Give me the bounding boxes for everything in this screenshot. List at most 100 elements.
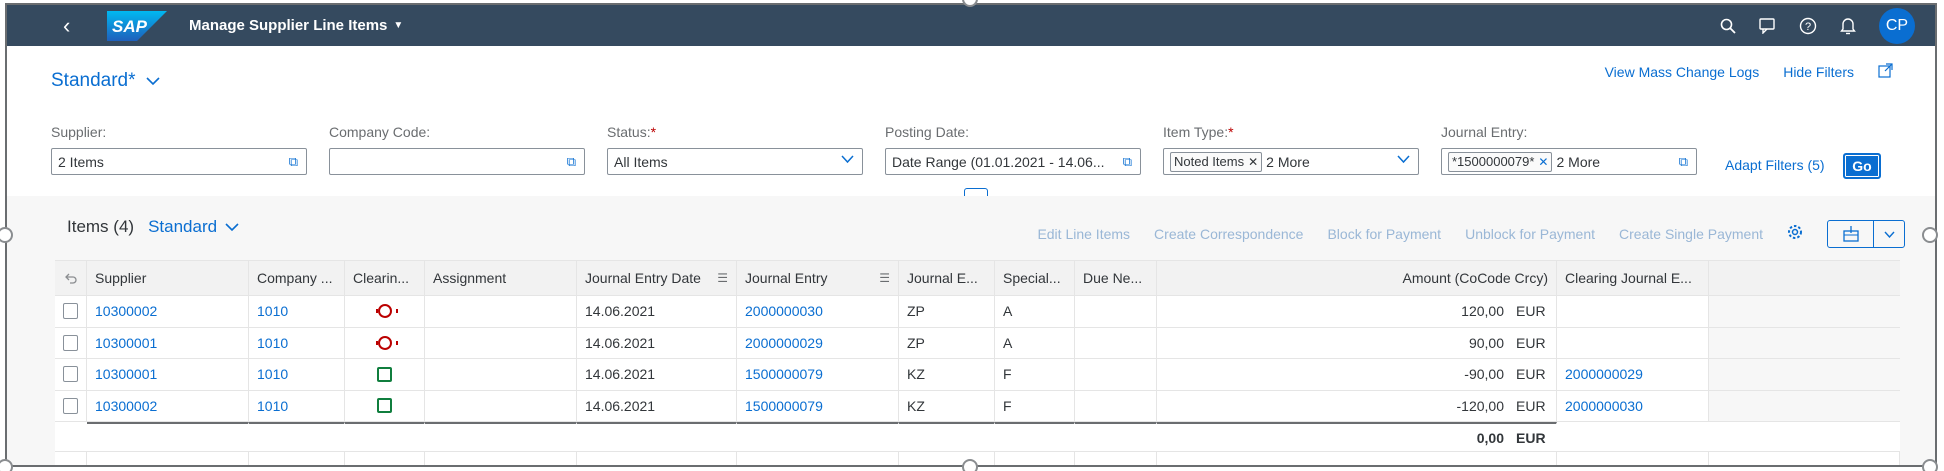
go-button[interactable]: Go [1843,153,1881,179]
journal-entry-link[interactable]: 1500000079 [745,366,823,382]
journal-entry-token[interactable]: *1500000079* ✕ [1448,151,1553,172]
export-icon [1842,226,1859,242]
col-due-net[interactable]: Due Ne... [1075,261,1157,295]
row-checkbox[interactable] [63,397,78,414]
edit-line-items-button[interactable]: Edit Line Items [1037,226,1130,242]
clearing-journal-entry-link[interactable]: 2000000029 [1565,366,1643,382]
share-icon[interactable] [1878,63,1893,81]
supplier-value: 2 Items [58,153,104,170]
journal-entry-link[interactable]: 2000000030 [745,303,823,319]
journal-entry-multiinput[interactable]: *1500000079* ✕ 2 More ⧉ [1441,148,1697,175]
col-supplier[interactable]: Supplier [87,261,249,295]
total-spacer [737,422,899,451]
col-journal-entry-date[interactable]: Journal Entry Date ☰ [577,261,737,295]
variant-name: Standard* [51,70,136,91]
col-special-gl[interactable]: Special... [995,261,1075,295]
table-row[interactable]: 10300001 1010 14.06.2021 1500000079 KZ F -90,0… [55,359,1900,391]
item-type-token[interactable]: Noted Items ✕ [1170,151,1263,172]
feedback-icon[interactable] [1759,17,1777,35]
chevron-down-icon [1883,231,1895,238]
supplier-link[interactable]: 10300002 [95,303,157,319]
col-assignment[interactable]: Assignment [425,261,577,295]
company-code-link[interactable]: 1010 [257,366,288,382]
posting-date-input[interactable]: Date Range (01.01.2021 - 14.06... ⧉ [885,148,1141,175]
total-spacer [345,422,425,451]
row-checkbox[interactable] [63,303,78,320]
back-arrow-icon[interactable]: ‹ [63,14,85,37]
value-help-icon[interactable]: ⧉ [1123,154,1132,170]
supplier-link[interactable]: 10300001 [95,366,157,382]
empty-cell [345,452,425,465]
journal-entry-link[interactable]: 2000000029 [745,335,823,351]
company-code-link[interactable]: 1010 [257,335,288,351]
export-menu-button[interactable] [1874,221,1904,247]
clearing-journal-entry-link[interactable]: 2000000030 [1565,398,1643,414]
remove-token-icon[interactable]: ✕ [1538,155,1548,169]
search-icon[interactable] [1719,17,1737,35]
remove-token-icon[interactable]: ✕ [1248,155,1258,169]
open-item-icon [375,335,398,350]
variant-selector[interactable]: Standard* [51,70,160,92]
gear-icon[interactable] [1787,224,1803,245]
supplier-input[interactable]: 2 Items ⧉ [51,148,307,175]
special-gl-cell: F [995,359,1075,390]
adapt-filters-button[interactable]: Adapt Filters (5) [1725,157,1825,173]
table-variant-selector[interactable]: Standard [148,217,239,237]
amount-value: 90,00 [1468,334,1504,351]
col-filler [1709,261,1900,295]
help-icon[interactable]: ? [1799,17,1817,35]
value-help-icon[interactable]: ⧉ [289,154,298,170]
status-select[interactable]: All Items [607,148,863,175]
supplier-cell: 10300002 [87,390,249,421]
resize-handle-bottom-center[interactable] [962,459,978,471]
create-single-payment-button[interactable]: Create Single Payment [1619,226,1763,242]
journal-entry-label: Journal Entry: [1441,124,1528,140]
col-amount[interactable]: Amount (CoCode Crcy) [1157,261,1557,295]
resize-handle-middle-right[interactable] [1922,227,1938,243]
create-correspondence-button[interactable]: Create Correspondence [1154,226,1303,242]
company-code-cell: 1010 [249,327,345,358]
journal-entry-link[interactable]: 1500000079 [745,398,823,414]
supplier-link[interactable]: 10300001 [95,335,157,351]
chevron-down-icon [841,152,854,167]
view-mass-change-logs-link[interactable]: View Mass Change Logs [1605,64,1760,80]
total-spacer [1709,422,1900,451]
clearing-status-cell [345,390,425,421]
export-to-spreadsheet-button[interactable] [1828,221,1874,247]
journal-entry-cell: 2000000029 [737,327,899,358]
table-row[interactable]: 10300002 1010 14.06.2021 1500000079 KZ F -120,… [55,390,1900,422]
total-currency: EUR [1516,429,1546,446]
row-checkbox[interactable] [63,366,78,383]
company-code-link[interactable]: 1010 [257,303,288,319]
chevron-down-icon [1397,152,1410,167]
resize-handle-bottom-left[interactable] [0,459,13,471]
table-row[interactable]: 10300001 1010 14.06.2021 2000000029 ZP A 90,00… [55,327,1900,359]
col-journal-entry[interactable]: Journal Entry ☰ [737,261,899,295]
col-clearing-status[interactable]: Clearin... [345,261,425,295]
filler-cell [1709,359,1900,390]
value-help-icon[interactable]: ⧉ [567,154,576,170]
status-value: All Items [614,153,668,170]
row-checkbox[interactable] [63,334,78,351]
empty-cell [577,452,737,465]
table-row[interactable]: 10300002 1010 14.06.2021 2000000030 ZP A 120,0… [55,296,1900,328]
col-clearing-journal-entry[interactable]: Clearing Journal E... [1557,261,1709,295]
user-avatar[interactable]: CP [1879,7,1915,44]
company-code-input[interactable]: ⧉ [329,148,585,175]
supplier-link[interactable]: 10300002 [95,398,157,414]
hide-filters-link[interactable]: Hide Filters [1783,64,1854,80]
value-help-icon[interactable]: ⧉ [1679,154,1688,170]
unblock-for-payment-button[interactable]: Unblock for Payment [1465,226,1595,242]
more-tokens-link[interactable]: 2 More [1556,154,1600,170]
col-company-code[interactable]: Company ... [249,261,345,295]
col-journal-entry-type[interactable]: Journal E... [899,261,995,295]
item-type-multicombo[interactable]: Noted Items ✕ 2 More [1163,148,1419,175]
undo-selection-icon[interactable] [55,261,87,295]
company-code-link[interactable]: 1010 [257,398,288,414]
resize-handle-bottom-right[interactable] [1922,459,1938,471]
more-tokens-link[interactable]: 2 More [1266,154,1310,170]
app-title-menu[interactable]: Manage Supplier Line Items ▼ [189,17,403,34]
filler-cell [1709,390,1900,421]
notification-icon[interactable] [1839,17,1857,35]
block-for-payment-button[interactable]: Block for Payment [1327,226,1441,242]
